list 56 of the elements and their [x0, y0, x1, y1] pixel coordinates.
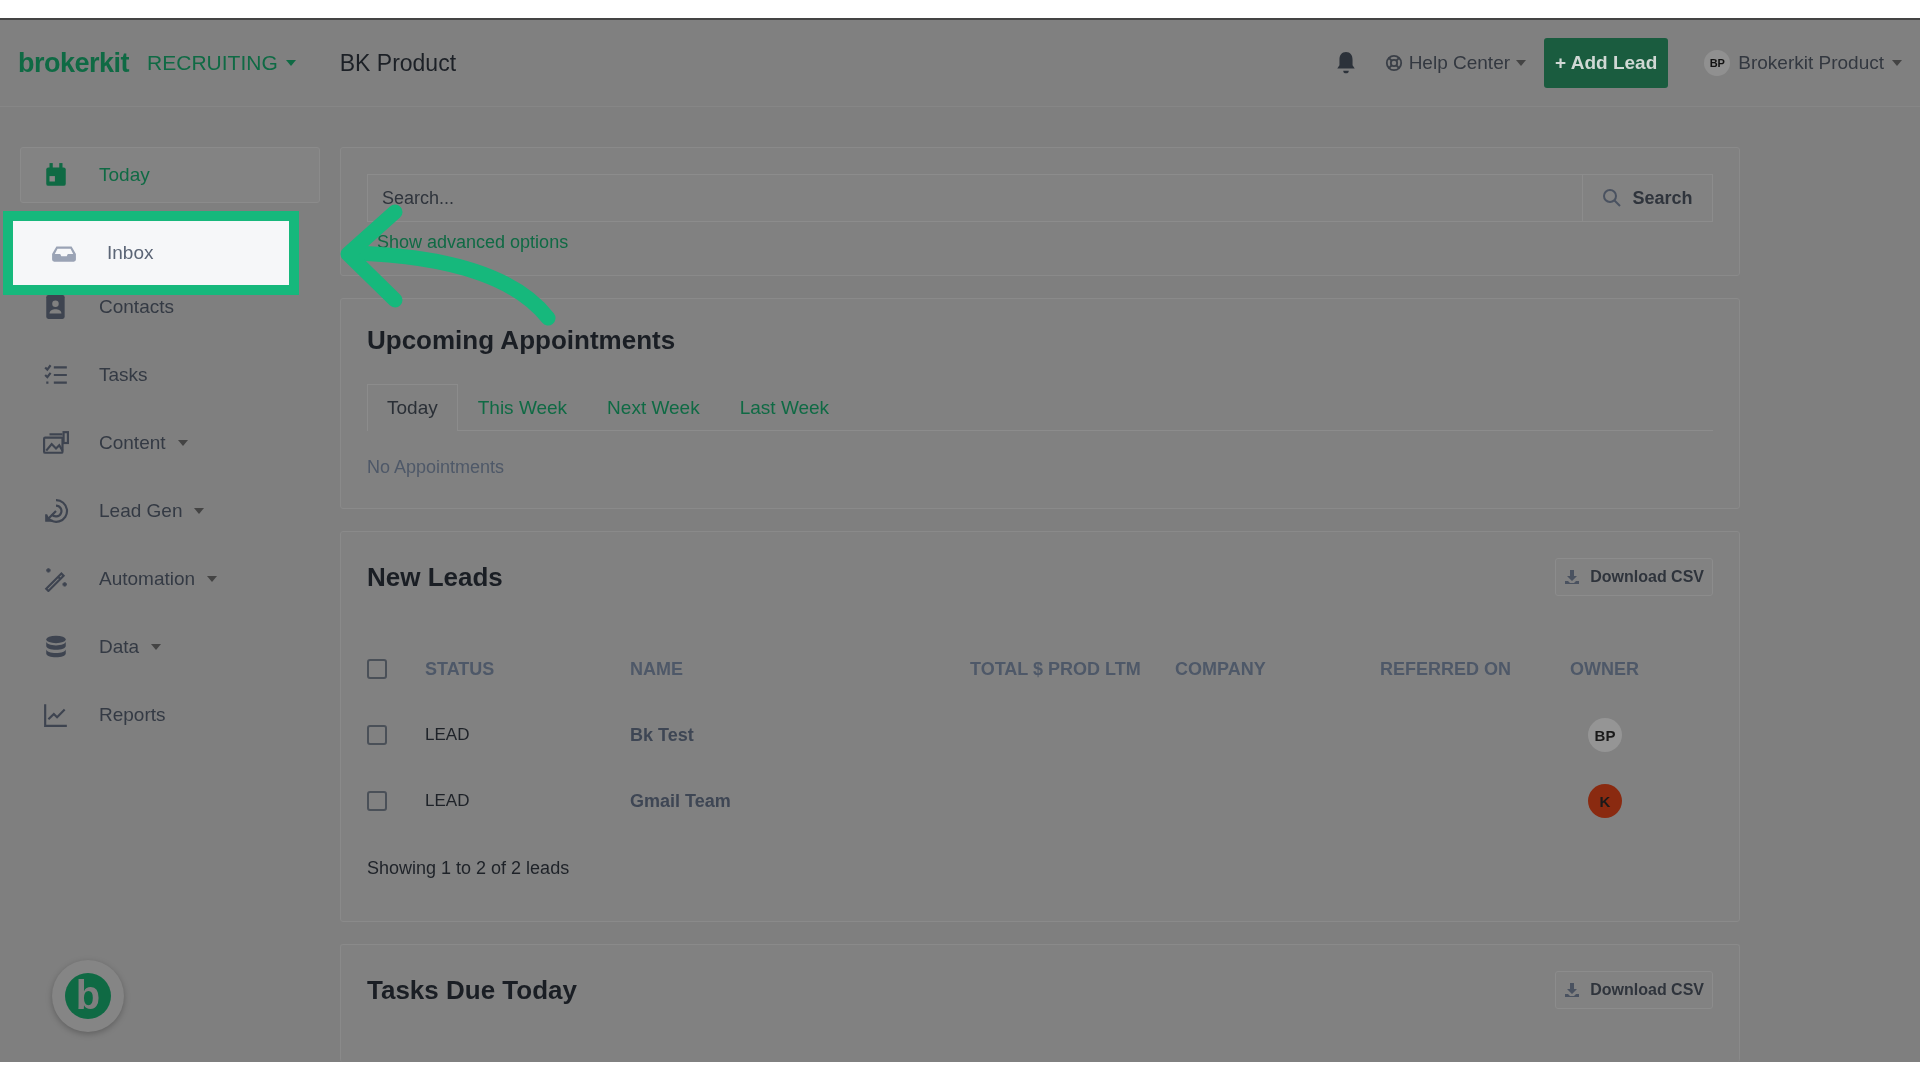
- lifebuoy-icon: [1384, 54, 1403, 72]
- search-icon: [1602, 188, 1623, 208]
- brand-logo: b: [65, 973, 111, 1019]
- database-icon: [43, 634, 69, 660]
- caret-icon: [1516, 60, 1527, 66]
- sidebar-item[interactable]: Tasks: [20, 347, 320, 403]
- row-checkbox[interactable]: [367, 791, 387, 811]
- status-cell-text: LEAD: [425, 790, 471, 812]
- chat-button[interactable]: b: [52, 960, 124, 1032]
- download-csv-button[interactable]: Download CSV: [1555, 558, 1713, 596]
- select-all-checkbox[interactable]: [367, 659, 387, 679]
- chart-icon: [43, 702, 69, 728]
- sidebar-item[interactable]: Content: [20, 415, 320, 471]
- status-cell-text: LEAD: [425, 724, 471, 746]
- user-avatar: BP: [1704, 50, 1731, 76]
- tab[interactable]: Next Week: [587, 384, 720, 431]
- page-title: BK Product: [339, 49, 457, 77]
- search-field[interactable]: Search...: [367, 174, 1583, 222]
- target-icon: [43, 498, 69, 524]
- advanced-options-link[interactable]: Show advanced options: [367, 232, 569, 253]
- caret-icon: [151, 644, 162, 650]
- section-title: Tasks Due Today: [367, 974, 577, 1006]
- sidebar-item[interactable]: Data: [20, 619, 320, 675]
- search-button[interactable]: Search: [1583, 174, 1713, 222]
- caret-icon: [194, 508, 205, 514]
- help-center-dropdown[interactable]: Help Center: [1384, 52, 1527, 74]
- row-checkbox[interactable]: [367, 725, 387, 745]
- download-icon: [1564, 982, 1581, 998]
- caret-icon: [207, 576, 218, 582]
- sidebar-item[interactable]: Inbox: [3, 211, 299, 295]
- calendar-icon: [43, 162, 69, 188]
- sidebar-item[interactable]: Today: [20, 147, 320, 203]
- sidebar-item[interactable]: Automation: [20, 551, 320, 607]
- owner-avatar: BP: [1588, 718, 1622, 752]
- section-title: Upcoming Appointments: [367, 325, 677, 356]
- download-icon: [1564, 569, 1581, 585]
- results-count: Showing 1 to 2 of 2 leads: [367, 858, 571, 879]
- download-csv-button[interactable]: Download CSV: [1555, 971, 1713, 1009]
- owner-avatar: K: [1588, 784, 1622, 818]
- add-lead-button[interactable]: + Add Lead: [1544, 38, 1669, 88]
- user-menu[interactable]: BP Brokerkit Product: [1704, 50, 1902, 76]
- tab[interactable]: This Week: [457, 384, 588, 431]
- tab[interactable]: Last Week: [719, 384, 850, 431]
- mode-dropdown[interactable]: RECRUITING: [147, 51, 296, 75]
- caret-icon: [285, 60, 296, 66]
- logo[interactable]: brokerkit: [18, 47, 130, 79]
- caret-icon: [177, 440, 188, 446]
- wand-icon: [43, 566, 69, 592]
- section-title: New Leads: [367, 561, 503, 593]
- images-icon: [43, 430, 69, 456]
- sidebar-item[interactable]: Lead Gen: [20, 483, 320, 539]
- sidebar-item[interactable]: Reports: [20, 687, 320, 743]
- name-cell[interactable]: Gmail Team: [630, 768, 970, 834]
- name-cell[interactable]: Bk Test: [630, 702, 970, 768]
- caret-icon: [1892, 60, 1902, 66]
- tab[interactable]: Today: [367, 384, 458, 431]
